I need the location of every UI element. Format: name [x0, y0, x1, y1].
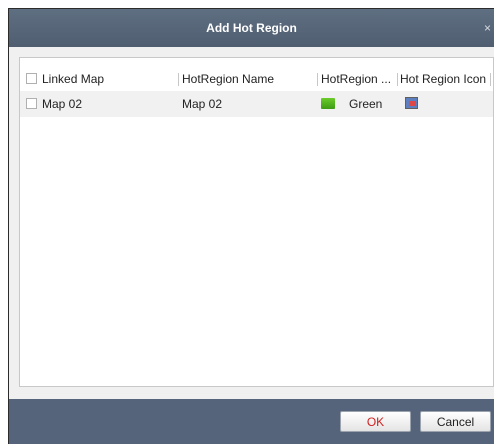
cancel-button[interactable]: Cancel: [420, 411, 491, 432]
select-all-checkbox[interactable]: [26, 73, 37, 84]
ok-button[interactable]: OK: [340, 411, 411, 432]
column-divider[interactable]: [317, 73, 318, 86]
dialog-title: Add Hot Region: [206, 21, 297, 35]
map-icon: [405, 97, 418, 109]
column-header-linked-map[interactable]: Linked Map: [42, 66, 170, 92]
hotregion-color-cell[interactable]: Green: [321, 91, 397, 117]
linked-map-cell: Map 02: [42, 97, 83, 111]
column-divider[interactable]: [178, 73, 179, 86]
dialog-footer: OK Cancel: [9, 399, 494, 444]
column-divider[interactable]: [397, 73, 398, 86]
color-label: Green: [349, 97, 383, 111]
dialog-titlebar: Add Hot Region ×: [9, 9, 494, 47]
column-header-hot-region-icon[interactable]: Hot Region Icon: [400, 66, 488, 92]
add-hot-region-dialog: Add Hot Region × Linked Map HotRegion Na…: [8, 8, 494, 444]
color-swatch: [321, 98, 335, 109]
column-divider[interactable]: [490, 73, 491, 86]
close-icon[interactable]: ×: [484, 9, 494, 47]
column-header-hotregion-color[interactable]: HotRegion ...: [321, 66, 397, 92]
hotregion-name-cell: Map 02: [182, 97, 223, 111]
hot-region-icon-cell[interactable]: [405, 91, 445, 117]
row-checkbox[interactable]: [26, 98, 37, 109]
table-header: Linked Map HotRegion Name HotRegion ... …: [20, 66, 493, 92]
table-row[interactable]: Map 02 Map 02 Green: [20, 91, 493, 117]
column-header-hotregion-name[interactable]: HotRegion Name: [182, 66, 312, 92]
hot-region-table: Linked Map HotRegion Name HotRegion ... …: [19, 57, 494, 387]
